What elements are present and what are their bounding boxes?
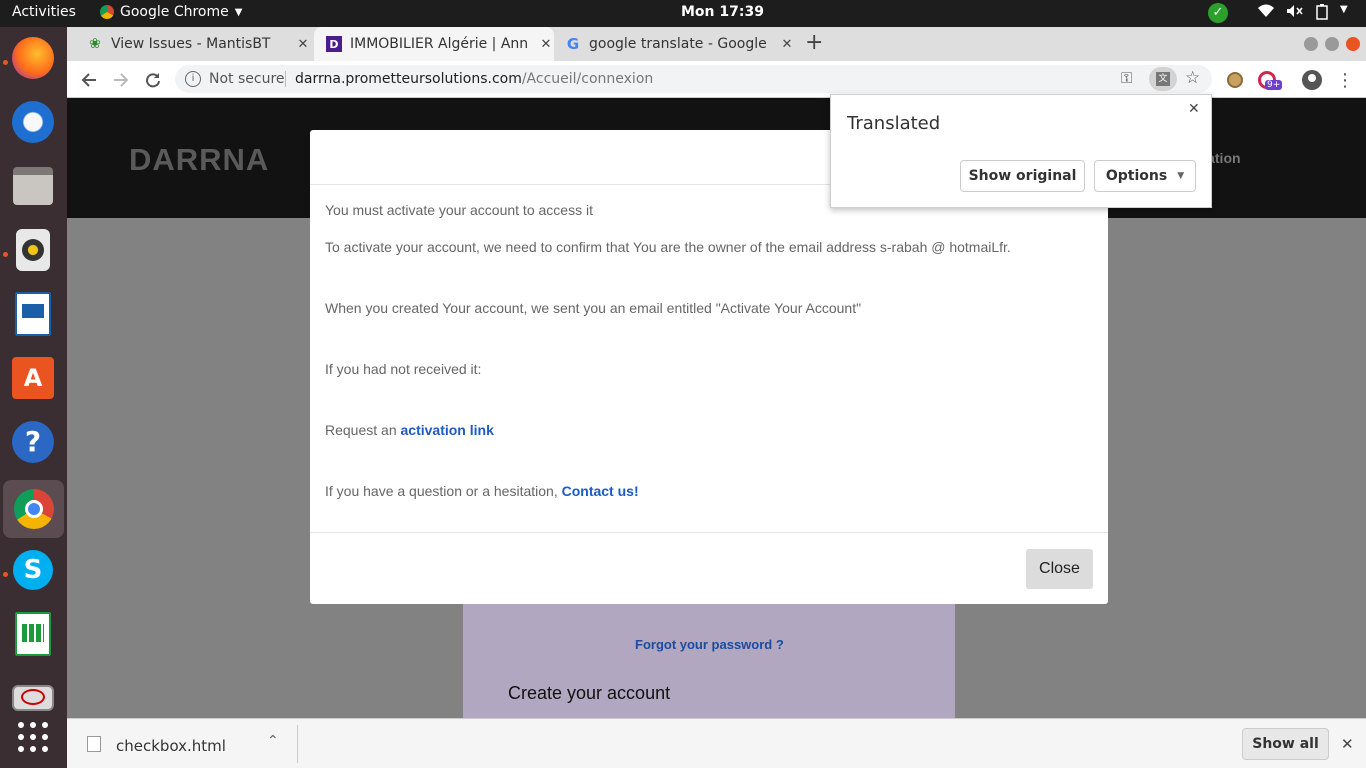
tab-title: View Issues - MantisBT	[111, 36, 271, 52]
system-menu-chevron-icon[interactable]: ▼	[1340, 4, 1348, 15]
modal-message-1: You must activate your account to access…	[325, 202, 593, 218]
browser-toolbar: i Not secure darrna.prometteursolutions.…	[67, 61, 1366, 98]
back-arrow-icon[interactable]	[77, 68, 101, 92]
info-icon[interactable]: i	[185, 71, 201, 87]
firefox-icon[interactable]	[9, 34, 57, 82]
writer-icon[interactable]	[9, 290, 57, 338]
tab-immobilier[interactable]: D IMMOBILIER Algérie | Ann ✕	[314, 27, 554, 61]
modal-message-2: To activate your account, we need to con…	[325, 239, 1011, 255]
app-menu[interactable]: Google Chrome ▼	[100, 4, 242, 20]
darrna-favicon-icon: D	[326, 36, 342, 52]
modal-footer-divider	[310, 532, 1108, 533]
security-label: Not secure	[209, 71, 285, 87]
help-icon[interactable]: ?	[9, 418, 57, 466]
popup-close-icon[interactable]: ✕	[1188, 101, 1200, 117]
bookmark-star-icon[interactable]: ☆	[1185, 68, 1200, 88]
activities-button[interactable]: Activities	[12, 4, 76, 20]
options-button[interactable]: Options ▼	[1094, 160, 1196, 192]
request-text: Request an	[325, 422, 397, 438]
key-icon[interactable]: ⚿	[1121, 69, 1132, 87]
profile-avatar-icon[interactable]	[1300, 68, 1324, 92]
close-tab-icon[interactable]: ✕	[295, 37, 311, 52]
translate-popup: Translated ✕ Show original Options ▼	[830, 94, 1212, 208]
question-text: If you have a question or a hesitation,	[325, 483, 558, 499]
file-icon	[87, 736, 101, 752]
power-battery-icon[interactable]	[1316, 4, 1330, 24]
minimize-button[interactable]	[1304, 37, 1318, 51]
tab-title: google translate - Google	[589, 36, 767, 52]
tab-mantis[interactable]: ❀ View Issues - MantisBT ✕	[87, 27, 311, 61]
chrome-small-icon	[100, 5, 114, 19]
system-top-bar: Activities Google Chrome ▼ Mon 17:39 ✓ ▼	[0, 0, 1366, 27]
reload-icon[interactable]	[141, 68, 165, 92]
dropdown-arrow-icon: ▼	[1177, 171, 1185, 181]
forgot-password-link[interactable]: Forgot your password ?	[635, 637, 784, 652]
tab-title: IMMOBILIER Algérie | Ann	[350, 36, 529, 52]
options-label: Options	[1105, 168, 1168, 184]
google-favicon-icon: G	[566, 35, 580, 53]
url-host: darrna.prometteursolutions.com	[295, 71, 522, 87]
show-original-button[interactable]: Show original	[960, 160, 1085, 192]
show-all-button[interactable]: Show all	[1242, 728, 1329, 760]
divider	[297, 725, 298, 763]
clock[interactable]: Mon 17:39	[681, 4, 764, 20]
url-text: darrna.prometteursolutions.com/Accueil/c…	[295, 71, 653, 87]
login-form-background: Forgot your password ? Create your accou…	[463, 603, 955, 718]
app-name: Google Chrome	[120, 4, 229, 20]
close-tab-icon[interactable]: ✕	[538, 37, 554, 52]
site-logo[interactable]: DARRNA	[129, 142, 269, 178]
download-filename[interactable]: checkbox.html	[116, 737, 226, 755]
modal-message-6: If you have a question or a hesitation, …	[325, 483, 639, 499]
calc-icon[interactable]	[9, 610, 57, 658]
skype-icon[interactable]: S	[9, 546, 57, 594]
ubuntu-dock: A ? S	[0, 27, 67, 768]
new-tab-button[interactable]: +	[805, 30, 823, 55]
kebab-menu-icon[interactable]: ⋮	[1333, 68, 1357, 92]
translate-icon[interactable]: 文	[1149, 67, 1177, 91]
download-bar: checkbox.html ⌃ Show all ✕	[67, 718, 1366, 768]
url-path: /Accueil/connexion	[521, 71, 654, 87]
update-notifier-icon[interactable]: ✓	[1208, 3, 1228, 23]
rhythmbox-icon[interactable]	[9, 226, 57, 274]
tab-strip: ❀ View Issues - MantisBT ✕ D IMMOBILIER …	[67, 27, 1366, 61]
close-button[interactable]: Close	[1026, 549, 1093, 589]
wifi-icon[interactable]	[1258, 4, 1274, 22]
close-tab-icon[interactable]: ✕	[779, 37, 795, 52]
chrome-icon[interactable]	[3, 480, 64, 538]
close-download-bar-icon[interactable]: ✕	[1341, 735, 1354, 753]
modal-message-4: If you had not received it:	[325, 361, 482, 377]
divider	[285, 71, 286, 87]
extension-badge: 9+	[1265, 80, 1283, 90]
cookie-extension-icon[interactable]	[1223, 68, 1247, 92]
address-bar[interactable]: i Not secure darrna.prometteursolutions.…	[175, 65, 1212, 93]
tab-google-translate[interactable]: G google translate - Google ✕	[565, 27, 795, 61]
modal-message-3: When you created Your account, we sent y…	[325, 300, 862, 316]
forward-arrow-icon[interactable]	[109, 68, 133, 92]
chevron-up-icon[interactable]: ⌃	[267, 733, 279, 749]
extension-notification-icon[interactable]: 9+	[1255, 68, 1283, 92]
volume-muted-icon[interactable]	[1286, 4, 1304, 22]
modal-message-5: Request an activation link	[325, 422, 494, 438]
maximize-button[interactable]	[1325, 37, 1339, 51]
appgrid-icon[interactable]	[9, 713, 57, 761]
activation-link[interactable]: activation link	[401, 422, 494, 438]
contact-us-link[interactable]: Contact us!	[562, 483, 639, 499]
thunderbird-icon[interactable]	[9, 98, 57, 146]
window-close-button[interactable]	[1346, 37, 1360, 51]
create-account-heading: Create your account	[508, 683, 671, 703]
chevron-down-icon: ▼	[234, 6, 243, 18]
translate-popup-title: Translated	[847, 113, 941, 134]
files-icon[interactable]	[9, 162, 57, 210]
software-icon[interactable]: A	[9, 354, 57, 402]
mantis-favicon-icon: ❀	[89, 36, 101, 52]
